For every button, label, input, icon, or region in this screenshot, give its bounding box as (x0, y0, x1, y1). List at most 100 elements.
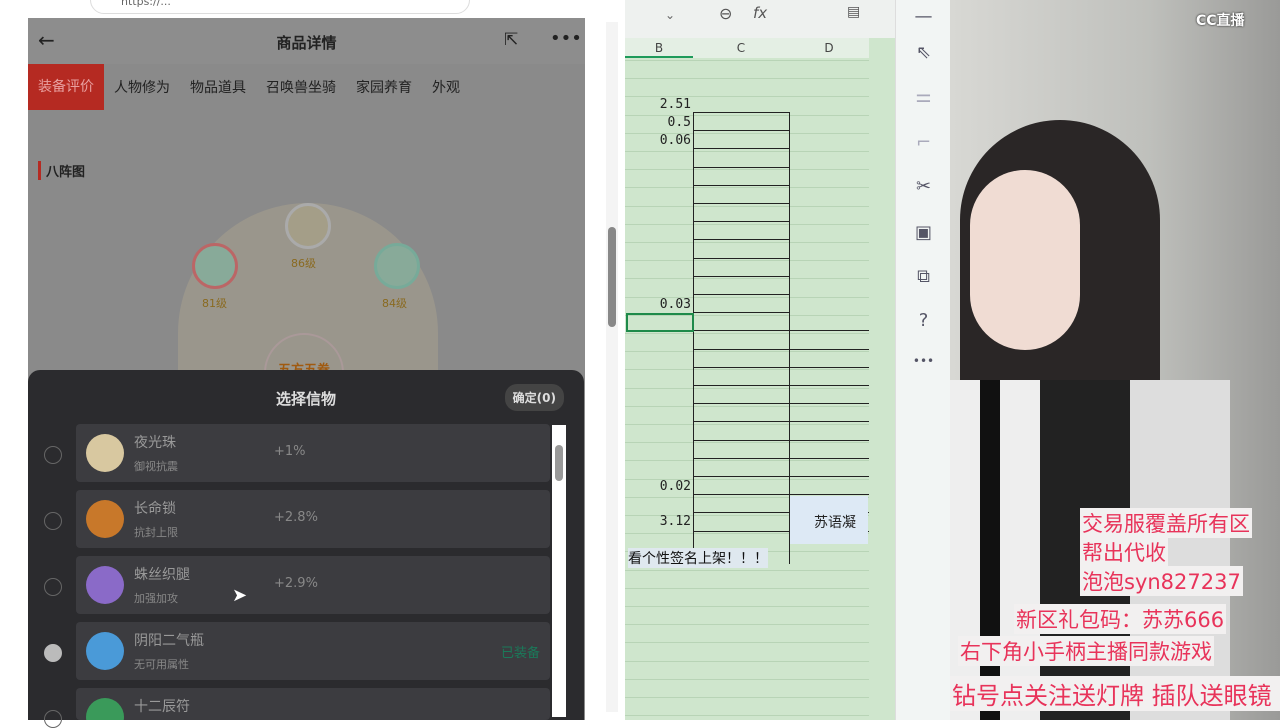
tab-equip-eval[interactable]: 装备评价 (28, 64, 104, 110)
cell-border (693, 184, 789, 186)
help-icon[interactable]: ? (896, 310, 951, 331)
cell-value[interactable]: 0.02 (625, 479, 691, 494)
tab-home[interactable]: 家园养育 (346, 77, 422, 97)
grid-line (625, 242, 869, 243)
cell-border (693, 203, 789, 204)
grid-line (625, 697, 869, 698)
modal-title: 选择信物 (275, 390, 336, 408)
grid-line (625, 442, 869, 444)
grid-line (625, 333, 869, 334)
list-item[interactable]: 长命锁 抗封上限 +2.8% (76, 490, 550, 548)
cell-value[interactable]: 0.03 (625, 297, 691, 312)
cell-note[interactable]: 看个性签名上架！！！ (628, 548, 768, 568)
list-item[interactable]: 阴阳二气瓶 无可用属性 已装备 (76, 622, 550, 680)
cell-border (693, 403, 869, 405)
grid-line (625, 151, 869, 152)
list-item[interactable]: 夜光珠 御视抗震 +1% (76, 424, 550, 482)
grid-line (625, 187, 869, 189)
grid-line (625, 60, 869, 61)
formula-panel-icon[interactable]: ▤ (847, 4, 860, 20)
item-bonus: +2.8% (274, 510, 318, 525)
overlay-text: 泡泡syn827237 (1080, 566, 1243, 596)
page-title: 商品详情 (276, 34, 337, 52)
cc-logo: CC直播 (1196, 13, 1245, 29)
node-icon (374, 243, 420, 289)
list-item[interactable]: 十二辰符 (76, 688, 550, 720)
cell-border (693, 112, 694, 564)
item-icon (86, 434, 124, 472)
cell-border (693, 439, 869, 441)
item-attribute: 无可用属性 (134, 658, 189, 671)
selected-cell[interactable] (626, 313, 694, 332)
minimize-icon[interactable]: — (896, 6, 951, 27)
node-icon (192, 243, 238, 289)
cell-border (693, 239, 789, 241)
col-header-d[interactable]: D (789, 38, 869, 58)
share-icon[interactable]: ⇱ (504, 30, 518, 50)
image-icon[interactable]: ▣ (896, 222, 951, 243)
confirm-button[interactable]: 确定(0) (504, 384, 564, 411)
page-scrollbar[interactable] (606, 22, 618, 712)
cell-value[interactable]: 0.06 (625, 133, 691, 148)
cell-d-text[interactable]: 苏语凝 (790, 496, 868, 544)
zoom-icon[interactable]: ⊖ (719, 4, 732, 23)
cell-border (693, 421, 869, 423)
url-bar[interactable]: https://... (90, 0, 470, 14)
overlay-text: 交易服覆盖所有区 (1080, 508, 1252, 538)
tab-character[interactable]: 人物修为 (104, 77, 180, 97)
level-label: 86级 (291, 257, 316, 270)
tools-icon[interactable]: ✂ (896, 176, 951, 197)
item-name: 蛛丝织腿 (134, 567, 190, 583)
crop-icon[interactable]: ⌐ (896, 132, 951, 153)
cell-border (693, 476, 869, 477)
cell-value[interactable]: 0.5 (625, 115, 691, 130)
item-icon (86, 698, 124, 720)
grid-line (625, 715, 869, 717)
book-search-icon[interactable]: ⧉ (896, 266, 951, 287)
tab-items[interactable]: 物品道具 (180, 77, 256, 97)
fx-icon[interactable]: fx (753, 4, 767, 22)
grid-line (625, 424, 869, 425)
item-radio[interactable] (44, 578, 62, 596)
item-attribute: 加强加攻 (134, 592, 178, 605)
streamer-camera: CC直播 交易服覆盖所有区 帮出代收 泡泡syn827237 新区礼包码：苏苏6… (950, 0, 1280, 720)
grid-line (625, 569, 869, 571)
grid-line (625, 606, 869, 607)
overlay-text: 新区礼包码：苏苏666 (1014, 604, 1227, 634)
cell-border (693, 130, 789, 132)
streamer-face (970, 170, 1080, 350)
cell-border (693, 148, 789, 150)
list-item[interactable]: 蛛丝织腿 加强加攻 +2.9% (76, 556, 550, 614)
node-icon (285, 203, 331, 249)
tab-pets[interactable]: 召唤兽坐骑 (256, 77, 346, 97)
grid-line (625, 260, 869, 262)
item-name: 夜光珠 (134, 435, 176, 451)
item-name: 长命锁 (134, 501, 176, 517)
item-radio[interactable] (44, 512, 62, 530)
select-arrow-icon[interactable]: ⇖ (896, 42, 951, 63)
item-radio[interactable] (44, 710, 62, 728)
cell-border (693, 221, 789, 223)
grid-line (625, 223, 869, 225)
cell-border (693, 385, 869, 386)
browser-window: https://... ← 商品详情 ⇱ ••• 装备评价 人物修为 物品道具 … (0, 0, 622, 728)
grid-line (625, 205, 869, 207)
item-status: 已装备 (500, 646, 540, 661)
more-icon[interactable]: ••• (550, 28, 582, 49)
item-radio[interactable] (44, 644, 62, 662)
tab-appearance[interactable]: 外观 (422, 77, 470, 97)
cell-value[interactable]: 3.12 (625, 514, 691, 529)
modal-scrollbar[interactable] (552, 425, 566, 717)
grid-line (625, 587, 869, 589)
more-icon[interactable]: ••• (896, 354, 951, 368)
col-header-b[interactable]: B (625, 38, 693, 58)
item-bonus: +1% (274, 444, 306, 459)
level-label: 84级 (382, 297, 407, 310)
grid-line (625, 642, 869, 644)
header: ← 商品详情 ⇱ ••• (28, 18, 585, 64)
col-header-c[interactable]: C (693, 38, 789, 58)
cell-value[interactable]: 2.51 (625, 97, 691, 112)
item-radio[interactable] (44, 446, 62, 464)
slider-settings-icon[interactable]: ⚌ (896, 86, 951, 107)
dropdown-icon[interactable]: ⌄ (665, 8, 675, 22)
